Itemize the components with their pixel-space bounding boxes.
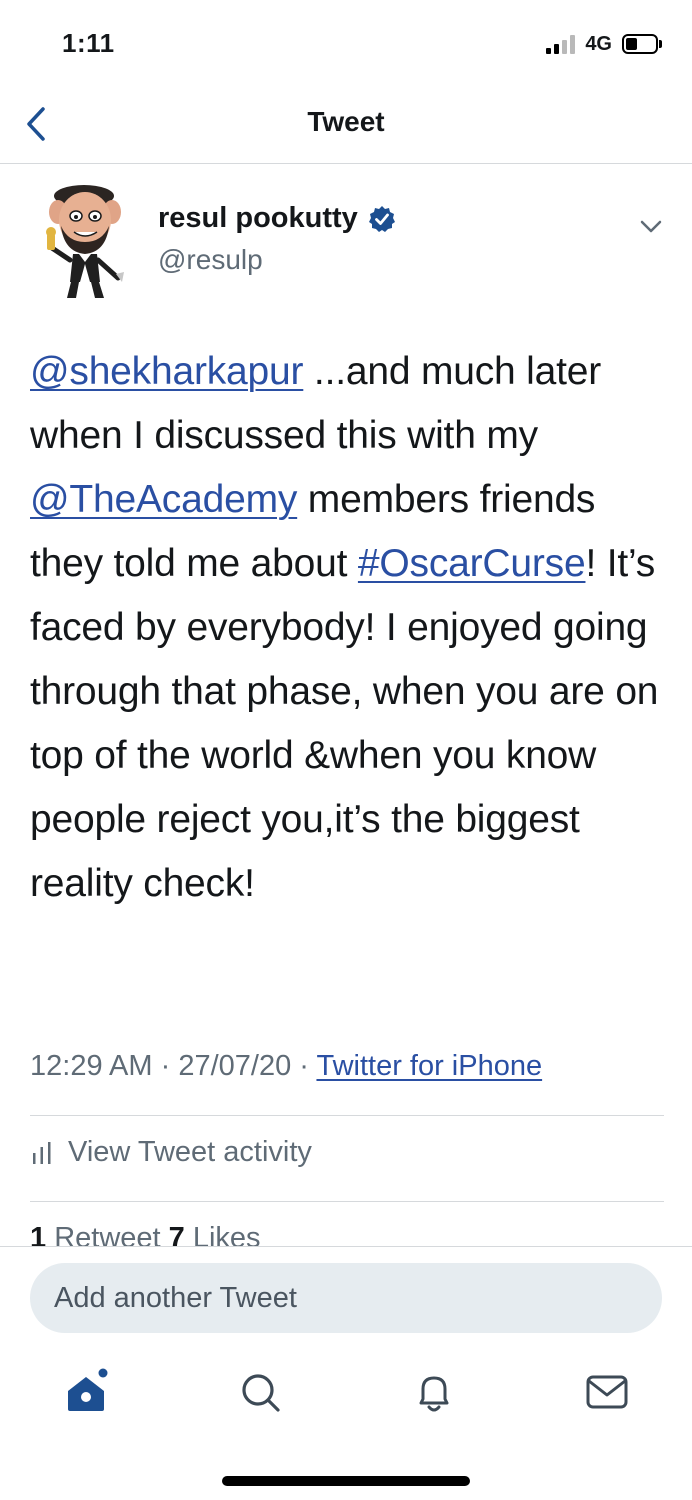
verified-badge-icon (368, 205, 395, 232)
avatar[interactable] (40, 182, 136, 304)
home-icon (68, 1368, 108, 1411)
tweet-meta: 12:29 AM · 27/07/20 · Twitter for iPhone (30, 1050, 542, 1083)
tweet-source-link[interactable]: Twitter for iPhone (316, 1050, 542, 1082)
tweet-date: 27/07/20 (178, 1050, 292, 1082)
add-tweet-input[interactable]: Add another Tweet (30, 1263, 662, 1333)
search-icon (242, 1374, 280, 1412)
like-count: 7 (168, 1222, 185, 1246)
status-time: 1:11 (62, 28, 115, 58)
meta-separator: · (152, 1050, 179, 1082)
nav-header: Tweet (0, 88, 692, 164)
meta-separator: · (291, 1050, 317, 1082)
tab-bar (0, 1357, 692, 1427)
home-indicator (222, 1476, 470, 1486)
tab-notifications[interactable] (409, 1367, 459, 1417)
hashtag-link[interactable]: #OscarCurse (358, 542, 586, 585)
tweet-options-button[interactable] (634, 212, 668, 242)
status-indicators: 4G (546, 30, 662, 58)
display-name[interactable]: resul pookutty (158, 202, 358, 235)
tweet-author: resul pookutty @resulp (0, 178, 692, 308)
retweet-count: 1 (30, 1222, 47, 1246)
bell-icon (419, 1376, 449, 1412)
status-bar: 1:11 4G (0, 0, 692, 88)
bottom-panel: Add another Tweet (0, 1246, 692, 1500)
chevron-down-icon (640, 220, 662, 233)
divider (30, 1115, 664, 1116)
network-label: 4G (585, 32, 612, 55)
mention-link[interactable]: @shekharkapur (30, 350, 303, 393)
name-row: resul pookutty (158, 202, 396, 235)
like-label[interactable]: Likes (185, 1222, 261, 1246)
bar-chart-icon (33, 1141, 51, 1164)
signal-icon (546, 34, 576, 54)
user-handle[interactable]: @resulp (158, 244, 263, 276)
engagement-counts: 1 Retweet 7 Likes (30, 1222, 261, 1246)
mention-link[interactable]: @TheAcademy (30, 478, 297, 521)
tweet-time: 12:29 AM (30, 1050, 153, 1082)
tab-home[interactable] (62, 1367, 112, 1417)
tweet-text-segment: ! It’s faced by everybody! I enjoyed goi… (30, 542, 659, 905)
tab-messages[interactable] (582, 1367, 632, 1417)
page-title: Tweet (307, 106, 385, 137)
battery-icon (622, 34, 662, 54)
add-tweet-placeholder: Add another Tweet (54, 1281, 297, 1314)
view-activity-button[interactable]: View Tweet activity (30, 1136, 312, 1169)
retweet-label[interactable]: Retweet (46, 1222, 169, 1246)
view-activity-label: View Tweet activity (68, 1136, 312, 1168)
divider (30, 1201, 664, 1202)
tab-search[interactable] (235, 1367, 285, 1417)
tweet-text: @shekharkapur ...and much later when I d… (30, 340, 670, 916)
mail-icon (586, 1375, 628, 1409)
